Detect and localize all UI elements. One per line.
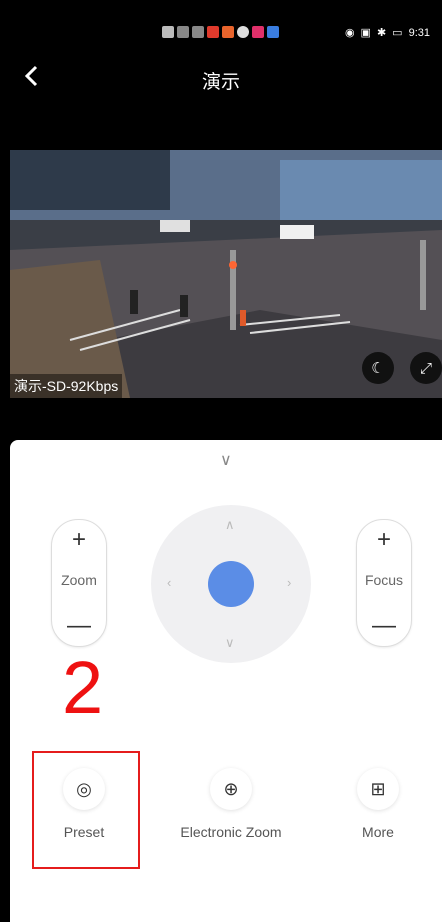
joystick-knob[interactable] (208, 561, 254, 607)
focus-label: Focus (364, 572, 404, 588)
highlight-box (32, 751, 140, 869)
collapse-button[interactable]: ∨ (220, 450, 232, 470)
fullscreen-button[interactable]: ⤢ (410, 352, 442, 384)
signal-icon (177, 26, 189, 38)
zoom-in-button[interactable]: + (52, 526, 106, 554)
notification-icons (162, 26, 279, 38)
status-right: ◉ ▣ ✱ ▭ 9:31 (344, 26, 430, 40)
moon-icon: ☾ (371, 360, 385, 377)
more-label: More (362, 824, 394, 840)
focus-in-button[interactable]: + (357, 526, 411, 554)
up-arrow-icon[interactable]: ∧ (225, 517, 235, 533)
grid-icon: ⊞ (357, 768, 399, 810)
app-notification-icon (237, 26, 249, 38)
battery-icon: ▭ (392, 27, 403, 39)
night-mode-button[interactable]: ☾ (362, 352, 394, 384)
zoom-label: Zoom (61, 572, 97, 588)
page-title: 演示 (201, 72, 240, 93)
bluetooth-icon: ✱ (376, 27, 387, 39)
more-button[interactable]: ⊞ More (318, 768, 438, 841)
video-preview[interactable]: 演示-SD-92Kbps ☾ ⤢ (10, 150, 442, 398)
right-arrow-icon[interactable]: › (287, 575, 291, 590)
app-notification-icon (252, 26, 264, 38)
zoom-out-button[interactable]: — (52, 612, 106, 640)
nav-header: 演示 (0, 55, 442, 105)
eye-icon: ◉ (344, 27, 355, 39)
sim-icon (162, 26, 174, 38)
chevron-down-icon: ∨ (220, 452, 232, 469)
clock-time: 9:31 (408, 26, 430, 39)
left-arrow-icon[interactable]: ‹ (167, 575, 171, 590)
stream-label: 演示-SD-92Kbps (10, 374, 123, 398)
down-arrow-icon[interactable]: ∨ (225, 635, 235, 651)
step-annotation-number: 2 (62, 646, 104, 729)
status-bar: ◉ ▣ ✱ ▭ 9:31 (0, 0, 442, 60)
app-notification-icon (207, 26, 219, 38)
zoom-magnifier-icon: ⊕ (210, 768, 252, 810)
zoom-control: + Zoom — (51, 519, 107, 647)
focus-out-button[interactable]: — (357, 612, 411, 640)
ptz-control-panel: ∨ + Zoom — ∧ ∨ ‹ › + Focus — 2 ◎ Preset … (10, 440, 442, 922)
electronic-zoom-label: Electronic Zoom (180, 824, 282, 840)
nfc-icon: ▣ (360, 27, 371, 39)
fullscreen-icon: ⤢ (419, 359, 432, 377)
app-notification-icon (267, 26, 279, 38)
signal-icon (192, 26, 204, 38)
electronic-zoom-button[interactable]: ⊕ Electronic Zoom (171, 768, 291, 841)
direction-pad[interactable]: ∧ ∨ ‹ › (151, 505, 311, 663)
app-notification-icon (222, 26, 234, 38)
focus-control: + Focus — (356, 519, 412, 647)
